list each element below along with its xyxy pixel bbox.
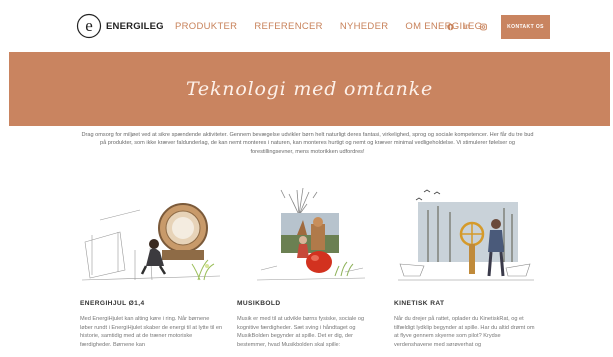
nav-item-nyheder[interactable]: NYHEDER	[340, 21, 389, 32]
social-links: in	[447, 23, 497, 31]
linkedin-icon[interactable]: in	[464, 23, 470, 31]
musikbold-image	[237, 180, 380, 292]
site-header: e ENERGILEG PRODUKTER REFERENCER NYHEDER…	[0, 0, 613, 52]
kinetisk-rat-image	[394, 180, 537, 292]
intro-text: Drag omsorg for miljøet ved at sikre spæ…	[81, 132, 534, 155]
instagram-icon[interactable]	[479, 23, 487, 31]
product-card-musikbold[interactable]: MUSIKBOLD Musik er med til at udvikle bø…	[237, 180, 380, 349]
banner-title: Teknologi med omtanke	[185, 78, 434, 100]
card-title: KINETISK RAT	[394, 300, 445, 307]
logo-mark-icon: e	[76, 13, 102, 39]
card-title: MUSIKBOLD	[237, 300, 281, 307]
hero-banner: Teknologi med omtanke	[9, 52, 610, 126]
product-card-energihjul[interactable]: ENERGIHJUL Ø1,4 Med EnergiHjulet kan alt…	[80, 180, 223, 349]
card-text: Musik er med til at udvikle børns fysisk…	[237, 316, 365, 348]
card-text: Når du drejer på rattet, oplader du Kine…	[394, 316, 535, 348]
nav-item-referencer[interactable]: REFERENCER	[254, 21, 322, 32]
facebook-icon[interactable]	[447, 23, 454, 31]
energihjul-image	[80, 180, 223, 292]
card-title: ENERGIHJUL Ø1,4	[80, 300, 145, 307]
card-text: Med EnergiHjulet kan alting køre i ring.…	[80, 316, 223, 348]
brand-name: ENERGILEG	[106, 20, 164, 32]
logo-letter: e	[85, 16, 93, 35]
contact-button[interactable]: KONTAKT OS	[501, 15, 550, 39]
brand-logo[interactable]: e ENERGILEG	[76, 13, 164, 39]
product-card-kinetisk-rat[interactable]: KINETISK RAT Når du drejer på rattet, op…	[394, 180, 537, 349]
nav-item-produkter[interactable]: PRODUKTER	[175, 21, 237, 32]
